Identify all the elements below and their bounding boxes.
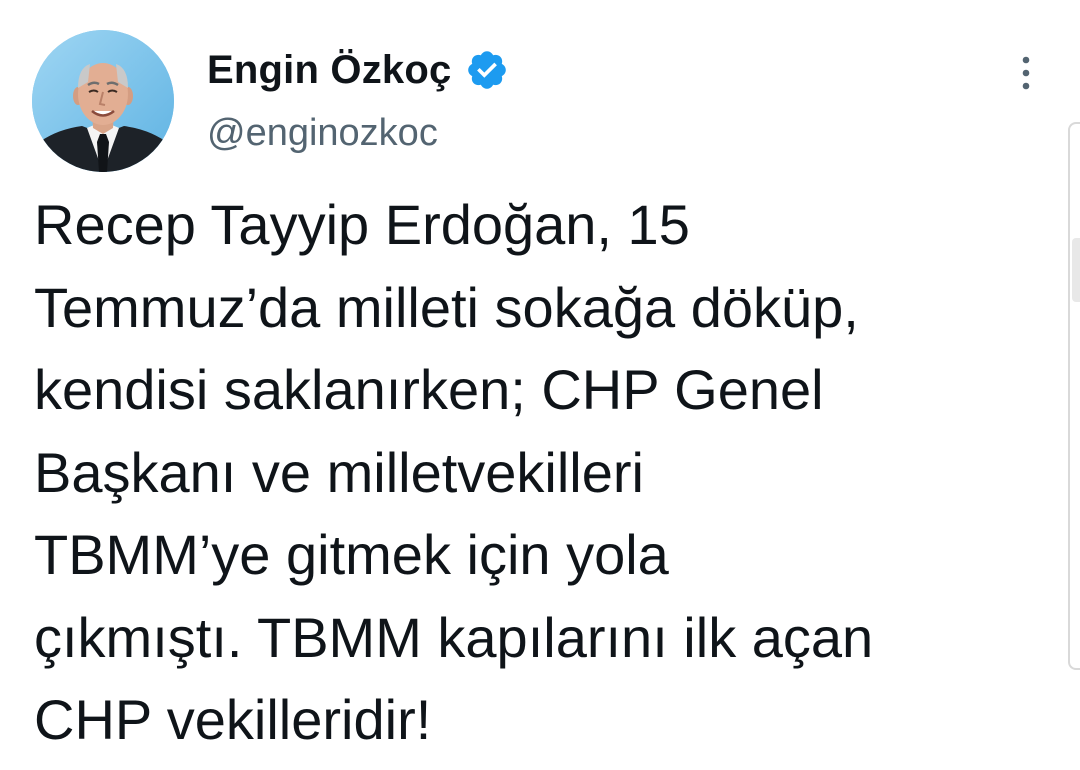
author-display-name[interactable]: Engin Özkoç xyxy=(207,48,451,93)
tweet-card: Engin Özkoç @enginozkoc Recep Tayyip Erd… xyxy=(0,0,1080,770)
more-vertical-icon[interactable] xyxy=(1014,52,1038,96)
tweet-text: Recep Tayyip Erdoğan, 15 Temmuz’da mille… xyxy=(34,193,874,751)
author-avatar[interactable] xyxy=(32,30,174,172)
author-handle[interactable]: @enginozkoc xyxy=(207,112,438,155)
verified-badge-icon xyxy=(465,48,509,92)
scrollbar-thumb[interactable] xyxy=(1072,238,1080,302)
author-name-row: Engin Özkoç xyxy=(207,44,509,96)
scrollbar-track[interactable] xyxy=(1068,122,1080,670)
avatar-portrait xyxy=(32,30,174,172)
